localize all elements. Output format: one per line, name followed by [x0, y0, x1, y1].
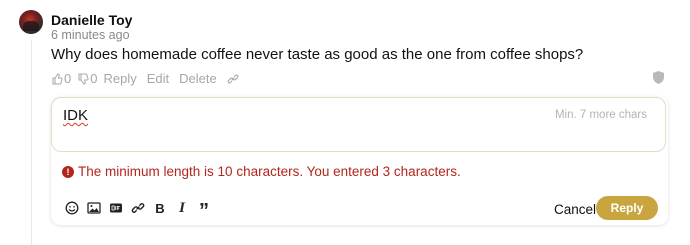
edit-link[interactable]: Edit — [147, 71, 169, 86]
reply-editor: IDK Min. 7 more chars ! The minimum leng… — [51, 97, 668, 225]
permalink-icon[interactable] — [227, 73, 239, 85]
shield-icon[interactable] — [653, 71, 664, 84]
comment-time: 6 minutes ago — [51, 28, 130, 42]
error-icon: ! — [62, 165, 74, 178]
thumbs-down-icon — [78, 73, 89, 85]
min-chars-hint: Min. 7 more chars — [554, 109, 647, 121]
downvote-count: 0 — [90, 71, 98, 86]
error-message: ! The minimum length is 10 characters. Y… — [62, 164, 461, 179]
reply-textarea[interactable]: IDK — [51, 97, 666, 152]
bold-button[interactable]: B — [153, 200, 167, 216]
upvote-count: 0 — [64, 71, 72, 86]
author-name[interactable]: Danielle Toy — [51, 12, 132, 28]
upvote-button[interactable]: 0 — [51, 71, 71, 86]
cancel-button[interactable]: Cancel — [554, 202, 596, 217]
bold-icon: B — [155, 200, 165, 216]
quote-icon: ” — [199, 199, 209, 222]
thread-line — [31, 40, 32, 245]
format-toolbar: B I ” — [65, 199, 219, 222]
delete-link[interactable]: Delete — [179, 71, 217, 86]
link-button[interactable] — [131, 201, 145, 215]
image-button[interactable] — [87, 201, 101, 215]
link-icon — [131, 203, 145, 213]
comment-actions: 0 0 Reply Edit Delete — [51, 71, 239, 86]
italic-button[interactable]: I — [175, 199, 189, 216]
emoji-icon — [65, 201, 79, 215]
image-icon — [87, 202, 101, 214]
downvote-button[interactable]: 0 — [77, 71, 97, 86]
thumbs-up-icon — [52, 72, 63, 84]
reply-button[interactable]: Reply — [596, 196, 658, 220]
reply-input-value[interactable]: IDK — [63, 107, 88, 124]
gif-button[interactable] — [109, 201, 123, 215]
error-text: The minimum length is 10 characters. You… — [78, 164, 461, 179]
comment-text: Why does homemade coffee never taste as … — [51, 46, 584, 63]
avatar[interactable] — [19, 10, 43, 34]
emoji-button[interactable] — [65, 201, 79, 215]
reply-link[interactable]: Reply — [103, 71, 136, 86]
gif-icon — [110, 203, 122, 213]
italic-icon: I — [179, 199, 185, 216]
quote-button[interactable]: ” — [197, 199, 211, 222]
